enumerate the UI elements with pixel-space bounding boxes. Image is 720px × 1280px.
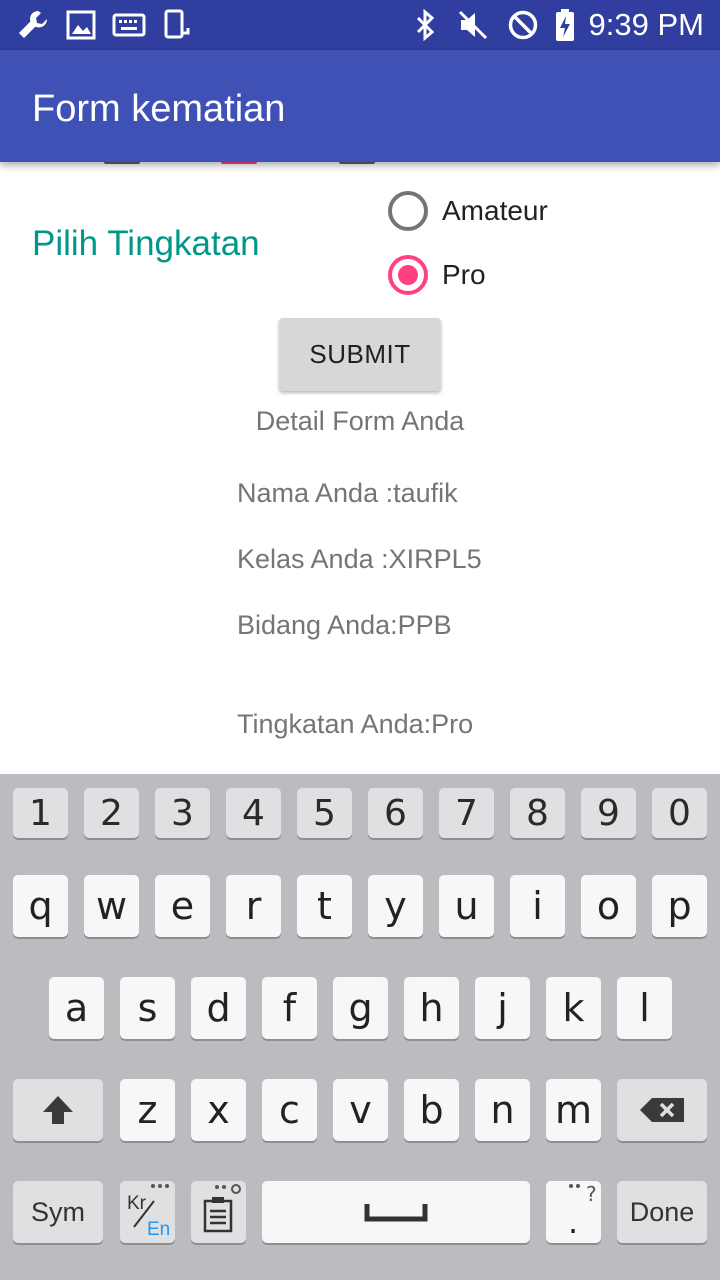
key-d[interactable]: d	[191, 977, 246, 1039]
shift-arrow-icon	[43, 1096, 73, 1124]
key-3[interactable]: 3	[155, 788, 210, 838]
key-i[interactable]: i	[510, 875, 565, 937]
key-z[interactable]: z	[120, 1079, 175, 1141]
period-text: .	[568, 1203, 578, 1241]
key-1[interactable]: 1	[13, 788, 68, 838]
key-h[interactable]: h	[404, 977, 459, 1039]
key-7[interactable]: 7	[439, 788, 494, 838]
status-bar: 9:39 PM	[0, 0, 720, 50]
bluetooth-icon	[408, 8, 442, 42]
key-2[interactable]: 2	[84, 788, 139, 838]
key-4[interactable]: 4	[226, 788, 281, 838]
key-p[interactable]: p	[652, 875, 707, 937]
key-v[interactable]: v	[333, 1079, 388, 1141]
radio-label-amateur: Amateur	[442, 195, 548, 226]
detail-class: Kelas Anda :XIRPL5	[237, 544, 482, 574]
level-label: Pilih Tingkatan	[32, 224, 260, 263]
detail-title: Detail Form Anda	[255, 406, 465, 436]
key-s[interactable]: s	[120, 977, 175, 1039]
key-y[interactable]: y	[368, 875, 423, 937]
done-key[interactable]: Done	[617, 1181, 707, 1243]
key-8[interactable]: 8	[510, 788, 565, 838]
key-t[interactable]: t	[297, 875, 352, 937]
detail-field: Bidang Anda:PPB	[237, 610, 452, 640]
backspace-key[interactable]	[617, 1079, 707, 1141]
key-e[interactable]: e	[155, 875, 210, 937]
key-x[interactable]: x	[191, 1079, 246, 1141]
shift-key[interactable]	[13, 1079, 103, 1141]
keyboard-icon	[112, 8, 146, 42]
key-u[interactable]: u	[439, 875, 494, 937]
detail-level: Tingkatan Anda:Pro	[237, 709, 474, 739]
space-key[interactable]	[262, 1181, 530, 1243]
key-6[interactable]: 6	[368, 788, 423, 838]
radio-amateur[interactable]: Amateur	[388, 189, 548, 233]
app-title: Form kematian	[32, 88, 286, 130]
phone-rotate-icon	[160, 8, 194, 42]
lang-primary-text: Kr	[127, 1193, 147, 1214]
language-switch-icon: Kr En	[127, 1184, 170, 1240]
backspace-icon	[640, 1098, 684, 1122]
radio-button-unchecked[interactable]	[388, 191, 428, 231]
radio-label-pro: Pro	[442, 259, 486, 290]
key-0[interactable]: 0	[652, 788, 707, 838]
key-n[interactable]: n	[475, 1079, 530, 1141]
key-c[interactable]: c	[262, 1079, 317, 1141]
key-q[interactable]: q	[13, 875, 68, 937]
clipboard-icon	[203, 1184, 241, 1233]
key-a[interactable]: a	[49, 977, 104, 1039]
sym-key[interactable]: Sym	[13, 1181, 103, 1243]
key-r[interactable]: r	[226, 875, 281, 937]
app-bar: Form kematian	[0, 50, 720, 162]
battery-charging-icon	[548, 8, 582, 42]
key-m[interactable]: m	[546, 1079, 601, 1141]
key-o[interactable]: o	[581, 875, 636, 937]
status-time: 9:39 PM	[588, 7, 704, 42]
do-not-disturb-icon	[506, 8, 540, 42]
key-b[interactable]: b	[404, 1079, 459, 1141]
key-j[interactable]: j	[475, 977, 530, 1039]
clipboard-key[interactable]	[191, 1181, 246, 1243]
wrench-icon	[16, 8, 50, 42]
lang-secondary-text: En	[147, 1219, 170, 1240]
image-icon	[64, 8, 98, 42]
space-icon	[364, 1204, 428, 1222]
key-f[interactable]: f	[262, 977, 317, 1039]
key-5[interactable]: 5	[297, 788, 352, 838]
period-key[interactable]: ? .	[546, 1181, 601, 1243]
soft-keyboard: 1 2 3 4 5 6 7 8 9 0 q w e r t y u i o p …	[0, 774, 720, 1280]
period-key-glyphs: ? .	[568, 1182, 597, 1241]
key-g[interactable]: g	[333, 977, 388, 1039]
key-l[interactable]: l	[617, 977, 672, 1039]
detail-name: Nama Anda :taufik	[237, 478, 458, 508]
radio-button-checked[interactable]	[388, 255, 428, 295]
submit-button[interactable]: SUBMIT	[279, 318, 441, 391]
period-hint-text: ?	[586, 1182, 597, 1206]
language-switch-key[interactable]: Kr En	[120, 1181, 175, 1243]
radio-pro[interactable]: Pro	[388, 253, 486, 297]
key-k[interactable]: k	[546, 977, 601, 1039]
mute-icon	[456, 8, 490, 42]
key-9[interactable]: 9	[581, 788, 636, 838]
key-w[interactable]: w	[84, 875, 139, 937]
